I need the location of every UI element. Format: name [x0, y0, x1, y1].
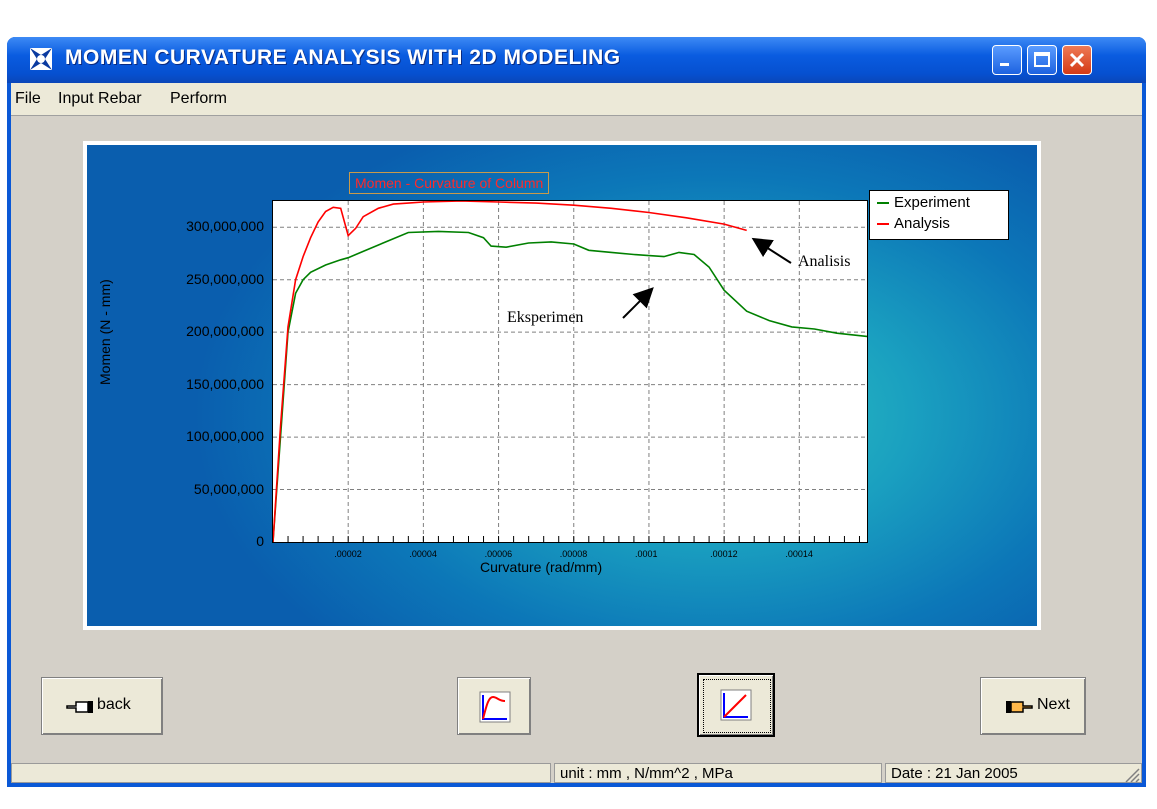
status-units: unit : mm , N/mm^2 , MPa — [554, 763, 882, 783]
maximize-button[interactable] — [1027, 45, 1057, 75]
back-label: back — [97, 696, 131, 713]
menu-bar: File Input Rebar Perform — [11, 83, 1142, 116]
menu-input-rebar[interactable]: Input Rebar — [58, 90, 142, 108]
status-bar: unit : mm , N/mm^2 , MPa Date : 21 Jan 2… — [11, 763, 1142, 783]
window-title: MOMEN CURVATURE ANALYSIS WITH 2D MODELIN… — [65, 46, 621, 69]
linear-chart-icon — [720, 689, 752, 721]
status-date: Date : 21 Jan 2005 — [885, 763, 1142, 783]
hand-point-left-icon — [66, 701, 93, 713]
chart-curve-button[interactable] — [457, 677, 531, 735]
close-icon — [1069, 52, 1085, 68]
app-window: MOMEN CURVATURE ANALYSIS WITH 2D MODELIN… — [7, 37, 1146, 787]
client-area: File Input Rebar Perform Momen - Curvatu… — [11, 83, 1142, 783]
arrow-eksperimen — [622, 287, 654, 319]
title-bar[interactable]: MOMEN CURVATURE ANALYSIS WITH 2D MODELIN… — [7, 37, 1146, 83]
menu-perform[interactable]: Perform — [170, 90, 227, 108]
chart-frame: Momen - Curvature of Column 0 50,000,000 1… — [83, 141, 1041, 630]
next-label: Next — [1037, 696, 1070, 713]
hand-point-right-icon — [1006, 701, 1033, 713]
arrow-analisis — [751, 237, 792, 264]
minimize-icon — [1000, 63, 1009, 66]
maximize-icon — [1034, 52, 1050, 67]
resize-grip-icon[interactable] — [1122, 765, 1140, 783]
next-button[interactable]: Next — [980, 677, 1086, 735]
minimize-button[interactable] — [992, 45, 1022, 75]
chart-linear-button[interactable] — [697, 673, 775, 737]
chart-background: Momen - Curvature of Column 0 50,000,000 1… — [87, 145, 1037, 626]
puzzle-star-icon — [30, 48, 52, 70]
back-button[interactable]: back — [41, 677, 163, 735]
curve-chart-icon — [479, 691, 511, 723]
annotation-arrows — [622, 237, 792, 319]
close-button[interactable] — [1062, 45, 1092, 75]
menu-file[interactable]: File — [15, 90, 41, 108]
status-panel-main — [11, 763, 551, 783]
